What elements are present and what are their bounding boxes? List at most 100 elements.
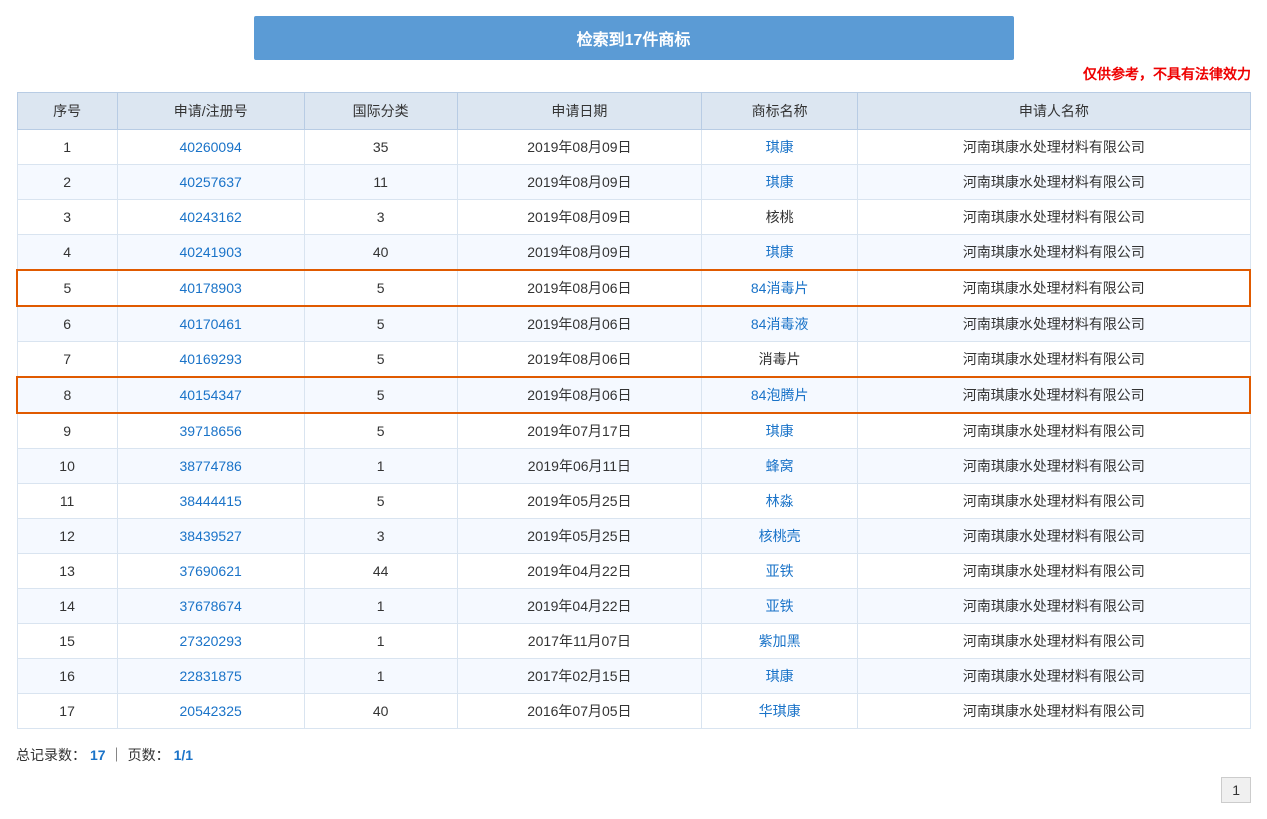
cell-applicant: 河南琪康水处理材料有限公司 (858, 449, 1250, 484)
table-row: 1337690621442019年04月22日亚铁河南琪康水处理材料有限公司 (17, 554, 1250, 589)
table-row: 123843952732019年05月25日核桃壳河南琪康水处理材料有限公司 (17, 519, 1250, 554)
cell-trademark-link[interactable]: 紫加黑 (759, 633, 801, 649)
cell-trademark-link[interactable]: 蜂窝 (766, 458, 794, 474)
cell-category: 5 (304, 413, 457, 449)
cell-trademark-name: 华琪康 (702, 694, 858, 729)
cell-trademark-link[interactable]: 琪康 (766, 244, 794, 260)
cell-regno-link[interactable]: 40243162 (180, 209, 242, 225)
cell-trademark-name: 84消毒片 (702, 270, 858, 306)
cell-index: 13 (17, 554, 117, 589)
cell-applicant: 河南琪康水处理材料有限公司 (858, 200, 1250, 235)
cell-trademark-link[interactable]: 琪康 (766, 174, 794, 190)
cell-trademark-link[interactable]: 亚铁 (766, 598, 794, 614)
cell-index: 14 (17, 589, 117, 624)
cell-trademark-name: 林淼 (702, 484, 858, 519)
cell-regno-link[interactable]: 22831875 (180, 668, 242, 684)
cell-trademark-name: 琪康 (702, 165, 858, 200)
cell-regno-link[interactable]: 40178903 (180, 280, 242, 296)
cell-date: 2019年08月06日 (457, 377, 701, 413)
cell-date: 2019年08月09日 (457, 165, 701, 200)
col-header-name: 商标名称 (702, 93, 858, 130)
footer-total-label: 总记录数： (16, 745, 86, 765)
cell-regno-link[interactable]: 37690621 (180, 563, 242, 579)
table-row: 54017890352019年08月06日84消毒片河南琪康水处理材料有限公司 (17, 270, 1250, 306)
table-header: 序号 申请/注册号 国际分类 申请日期 商标名称 申请人名称 (17, 93, 1250, 130)
cell-regno-link[interactable]: 39718656 (180, 423, 242, 439)
table-row: 143767867412019年04月22日亚铁河南琪康水处理材料有限公司 (17, 589, 1250, 624)
cell-regno-link[interactable]: 38444415 (180, 493, 242, 509)
cell-regno: 27320293 (117, 624, 304, 659)
cell-trademark-link[interactable]: 琪康 (766, 139, 794, 155)
cell-index: 17 (17, 694, 117, 729)
cell-regno-link[interactable]: 40257637 (180, 174, 242, 190)
cell-category: 3 (304, 519, 457, 554)
cell-trademark-link[interactable]: 84消毒片 (751, 280, 809, 296)
cell-date: 2019年08月09日 (457, 200, 701, 235)
cell-regno: 20542325 (117, 694, 304, 729)
cell-regno-link[interactable]: 40260094 (180, 139, 242, 155)
cell-regno-link[interactable]: 37678674 (180, 598, 242, 614)
cell-date: 2019年08月06日 (457, 270, 701, 306)
pagination: 1 (16, 777, 1251, 803)
cell-regno-link[interactable]: 40170461 (180, 316, 242, 332)
footer-total-value: 17 (90, 747, 106, 763)
cell-applicant: 河南琪康水处理材料有限公司 (858, 270, 1250, 306)
cell-index: 7 (17, 342, 117, 378)
footer-info: 总记录数： 17 ｜ 页数： 1/1 (16, 745, 1251, 765)
cell-applicant: 河南琪康水处理材料有限公司 (858, 342, 1250, 378)
cell-category: 1 (304, 624, 457, 659)
cell-regno-link[interactable]: 38439527 (180, 528, 242, 544)
cell-regno-link[interactable]: 20542325 (180, 703, 242, 719)
cell-trademark-link[interactable]: 84泡腾片 (751, 387, 809, 403)
table-row: 440241903402019年08月09日琪康河南琪康水处理材料有限公司 (17, 235, 1250, 271)
cell-applicant: 河南琪康水处理材料有限公司 (858, 624, 1250, 659)
col-header-category: 国际分类 (304, 93, 457, 130)
cell-date: 2019年08月09日 (457, 235, 701, 271)
cell-category: 40 (304, 694, 457, 729)
cell-applicant: 河南琪康水处理材料有限公司 (858, 306, 1250, 342)
cell-applicant: 河南琪康水处理材料有限公司 (858, 377, 1250, 413)
cell-category: 11 (304, 165, 457, 200)
cell-date: 2016年07月05日 (457, 694, 701, 729)
cell-regno: 38439527 (117, 519, 304, 554)
cell-trademark-link[interactable]: 核桃壳 (759, 528, 801, 544)
cell-regno: 40260094 (117, 130, 304, 165)
page-1-button[interactable]: 1 (1221, 777, 1251, 803)
cell-trademark-name: 琪康 (702, 130, 858, 165)
cell-category: 5 (304, 270, 457, 306)
footer-pages-label: 页数： (128, 745, 170, 765)
cell-regno: 39718656 (117, 413, 304, 449)
cell-regno-link[interactable]: 40154347 (180, 387, 242, 403)
cell-regno-link[interactable]: 40241903 (180, 244, 242, 260)
cell-regno-link[interactable]: 27320293 (180, 633, 242, 649)
cell-trademark-link[interactable]: 琪康 (766, 423, 794, 439)
cell-index: 3 (17, 200, 117, 235)
cell-date: 2019年04月22日 (457, 554, 701, 589)
cell-regno-link[interactable]: 40169293 (180, 351, 242, 367)
cell-trademark-name: 核桃 (702, 200, 858, 235)
cell-trademark-link[interactable]: 亚铁 (766, 563, 794, 579)
cell-trademark-link[interactable]: 华琪康 (759, 703, 801, 719)
table-row: 84015434752019年08月06日84泡腾片河南琪康水处理材料有限公司 (17, 377, 1250, 413)
cell-trademark-name: 84消毒液 (702, 306, 858, 342)
cell-category: 35 (304, 130, 457, 165)
table-body: 140260094352019年08月09日琪康河南琪康水处理材料有限公司240… (17, 130, 1250, 729)
cell-category: 5 (304, 342, 457, 378)
cell-trademark-link[interactable]: 林淼 (766, 493, 794, 509)
cell-trademark-link[interactable]: 琪康 (766, 668, 794, 684)
cell-regno-link[interactable]: 38774786 (180, 458, 242, 474)
cell-trademark-link[interactable]: 84消毒液 (751, 316, 809, 332)
cell-applicant: 河南琪康水处理材料有限公司 (858, 659, 1250, 694)
cell-index: 1 (17, 130, 117, 165)
cell-category: 1 (304, 659, 457, 694)
cell-index: 4 (17, 235, 117, 271)
cell-regno: 40170461 (117, 306, 304, 342)
cell-applicant: 河南琪康水处理材料有限公司 (858, 130, 1250, 165)
cell-index: 11 (17, 484, 117, 519)
cell-applicant: 河南琪康水处理材料有限公司 (858, 694, 1250, 729)
cell-applicant: 河南琪康水处理材料有限公司 (858, 413, 1250, 449)
search-result-banner: 检索到17件商标 (254, 16, 1014, 60)
top-bar: 仅供参考，不具有法律效力 (16, 64, 1251, 84)
cell-trademark-name: 琪康 (702, 413, 858, 449)
cell-date: 2019年08月06日 (457, 342, 701, 378)
